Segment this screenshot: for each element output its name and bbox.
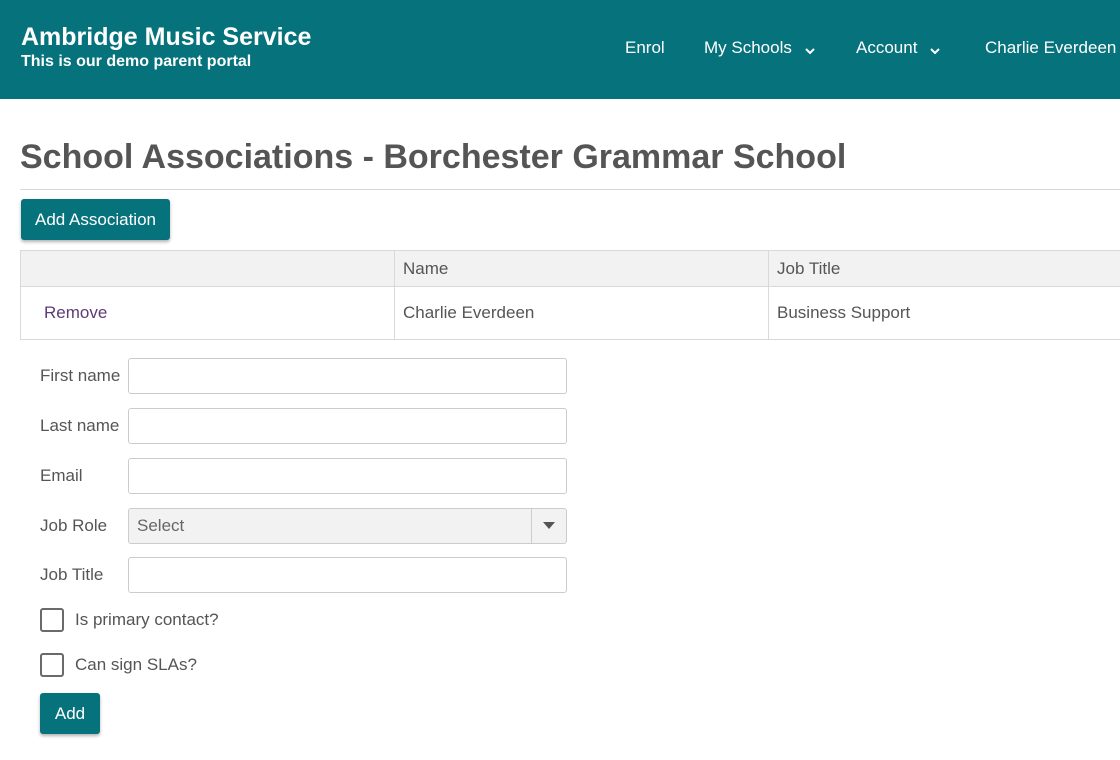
can-sign-slas-row: Can sign SLAs? — [40, 653, 197, 677]
chevron-down-icon — [929, 42, 941, 55]
brand-title: Ambridge Music Service — [21, 23, 312, 51]
email-label: Email — [40, 466, 83, 485]
nav-enrol-label: Enrol — [625, 38, 665, 57]
chevron-down-icon — [804, 42, 816, 55]
nav-user-label: Charlie Everdeen — [985, 38, 1117, 57]
email-input[interactable] — [128, 458, 567, 494]
row-job-title-cell: Business Support — [768, 286, 1120, 340]
top-navbar: Ambridge Music Service This is our demo … — [0, 0, 1120, 99]
job-title-input[interactable] — [128, 557, 567, 593]
primary-contact-label: Is primary contact? — [75, 610, 219, 629]
brand[interactable]: Ambridge Music Service This is our demo … — [21, 22, 311, 72]
nav-enrol[interactable]: Enrol — [625, 38, 665, 58]
last-name-label: Last name — [40, 416, 120, 435]
job-role-label: Job Role — [40, 516, 108, 535]
add-association-button[interactable]: Add Association — [21, 199, 170, 240]
title-divider — [20, 189, 1120, 190]
first-name-input[interactable] — [128, 358, 567, 394]
nav-account-label: Account — [856, 38, 918, 57]
column-header-action — [20, 250, 395, 287]
can-sign-slas-label: Can sign SLAs? — [75, 655, 197, 674]
job-role-select[interactable]: Select — [128, 508, 567, 544]
column-header-job-title: Job Title — [768, 250, 1120, 287]
nav-my-schools-label: My Schools — [704, 38, 792, 57]
nav-account[interactable]: Account — [856, 38, 941, 58]
table-header-row: Name Job Title — [20, 250, 1120, 287]
primary-contact-checkbox[interactable] — [40, 608, 64, 632]
column-header-name: Name — [394, 250, 769, 287]
associations-table: Name Job Title Remove Charlie Everdeen B… — [20, 250, 1120, 340]
primary-contact-row: Is primary contact? — [40, 608, 219, 632]
page-title: School Associations - Borchester Grammar… — [20, 138, 847, 176]
can-sign-slas-checkbox[interactable] — [40, 653, 64, 677]
job-title-label: Job Title — [40, 565, 104, 584]
row-action-cell: Remove — [20, 286, 395, 340]
first-name-label: First name — [40, 366, 121, 385]
row-name-cell: Charlie Everdeen — [394, 286, 769, 340]
nav-user[interactable]: Charlie Everdeen — [985, 38, 1116, 58]
last-name-input[interactable] — [128, 408, 567, 444]
add-button[interactable]: Add — [40, 693, 100, 734]
nav-my-schools[interactable]: My Schools — [704, 38, 816, 58]
table-row: Remove Charlie Everdeen Business Support — [20, 286, 1120, 340]
caret-down-icon[interactable] — [531, 509, 566, 543]
job-role-selected-value: Select — [137, 516, 185, 535]
brand-subtitle: This is our demo parent portal — [21, 53, 252, 70]
remove-link[interactable]: Remove — [44, 303, 107, 322]
